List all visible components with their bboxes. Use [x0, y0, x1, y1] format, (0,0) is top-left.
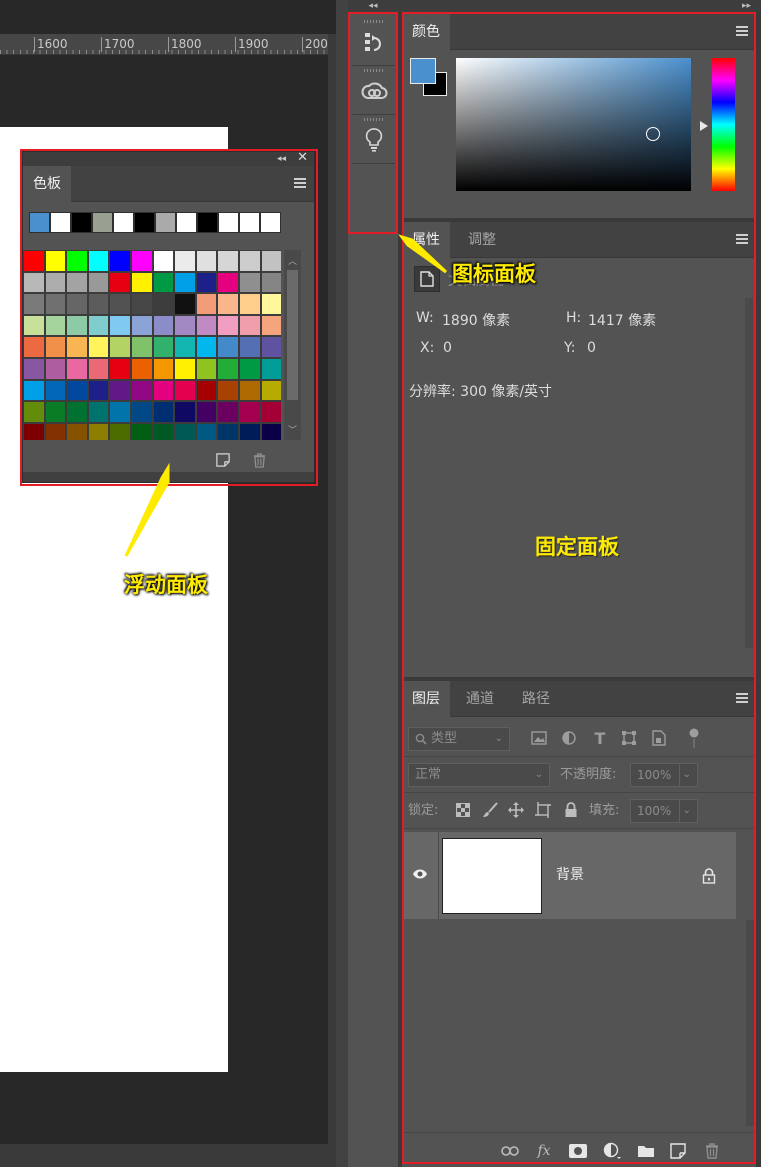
floating-panel-callout: 浮动面板: [124, 573, 208, 597]
foreground-color-swatch[interactable]: [410, 58, 436, 84]
annotation-arrows: [124, 234, 448, 557]
fixed-panel-callout: 固定面板: [535, 535, 619, 559]
icon-panel-callout: 图标面板: [452, 262, 536, 286]
icon-panel-arrow: [398, 234, 448, 274]
floating-panel-arrow: [124, 462, 170, 557]
